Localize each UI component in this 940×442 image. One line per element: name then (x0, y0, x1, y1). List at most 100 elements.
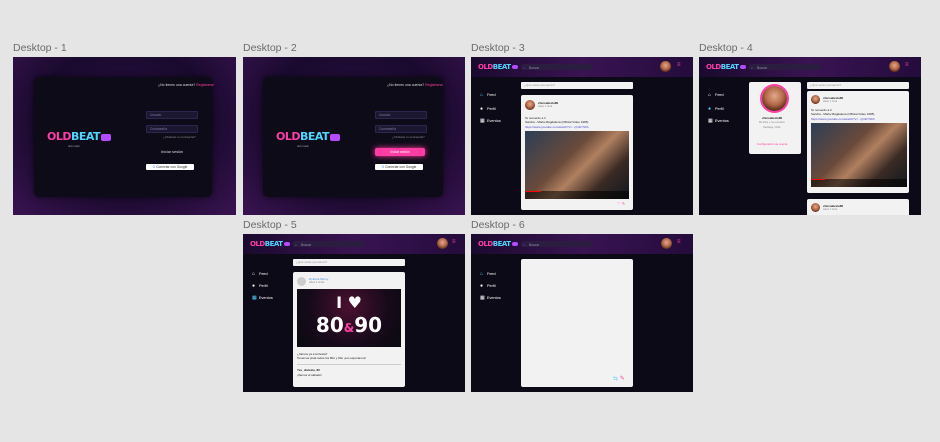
search-input[interactable]: ⌕ Buscar (293, 241, 365, 247)
avatar[interactable] (889, 61, 900, 72)
post-avatar[interactable] (811, 95, 820, 104)
frame-desktop-4: OLDBEAT ⌕ Buscar ≡ ⌂ Feed ● Perfil ▦ Eventos… (699, 57, 921, 215)
profile-card: chicoabrelu80 80 años y me encanta Santi… (749, 82, 801, 154)
nav-perfil[interactable]: ● Perfil (252, 283, 268, 289)
logo: OLDBEAT (47, 130, 112, 143)
account-settings-link[interactable]: Configuración de cuenta (757, 142, 787, 146)
comment-user[interactable]: Yes_dislexia_80 (297, 368, 320, 372)
logo: OLDBEAT (276, 130, 341, 143)
nav-perfil[interactable]: ● Perfil (480, 106, 496, 112)
logo: OLDBEAT (250, 240, 290, 248)
tagline: old music (68, 144, 80, 148)
nav-feed[interactable]: ⌂ Feed (480, 271, 496, 277)
login-button[interactable]: Iniciar sesión (161, 150, 183, 154)
event-avatar[interactable] (297, 277, 306, 286)
google-button[interactable]: G Conectar con Google (375, 164, 423, 170)
search-icon: ⌕ (751, 65, 753, 70)
post-link[interactable]: https://www.youtube.com/watch?v=...Qn3IY… (525, 125, 589, 129)
frame-label-desktop-4: Desktop - 4 (699, 42, 753, 54)
logo: OLDBEAT (478, 240, 518, 248)
menu-icon[interactable]: ≡ (452, 239, 456, 245)
cassette-icon (330, 133, 341, 141)
google-button[interactable]: G Conectar con Google (146, 164, 194, 170)
new-post-input[interactable]: ¿Qué estás pensando? (521, 82, 633, 89)
signup-prompt: ¿No tienes una cuenta? Registrarse (158, 83, 215, 87)
cassette-icon (101, 133, 112, 141)
video-player[interactable] (811, 123, 907, 187)
nav-feed[interactable]: ⌂ Feed (708, 92, 724, 98)
google-icon: G (152, 165, 156, 169)
password-field[interactable]: Contraseña (375, 125, 427, 133)
signup-link[interactable]: Registrarse (425, 83, 443, 87)
profile-location: Santiago, Chile (763, 126, 781, 129)
profile-avatar (762, 86, 787, 111)
heart-icon[interactable]: ♡ (617, 201, 621, 206)
calendar-icon: ▦ (252, 295, 257, 301)
signup-link[interactable]: Registrarse (196, 83, 214, 87)
calendar-icon: ▦ (708, 118, 713, 124)
nav-eventos[interactable]: ▦ Eventos (708, 118, 729, 124)
post-actions: ⇆ ✎ (613, 375, 625, 382)
video-controls[interactable] (525, 191, 629, 199)
post-actions: ♡ ✎ (617, 201, 625, 206)
search-input[interactable]: ⌕ Buscar (749, 64, 821, 70)
post-time: Hace 1 hora (823, 208, 838, 211)
home-icon: ⌂ (480, 271, 484, 277)
post-avatar[interactable] (811, 203, 820, 212)
calendar-icon: ▦ (480, 118, 485, 124)
frame-desktop-2: ¿No tienes una cuenta? Registrarse OLDBE… (243, 57, 465, 215)
menu-icon[interactable]: ≡ (905, 62, 909, 68)
top-bar: OLDBEAT ⌕ Buscar ≡ (471, 57, 693, 77)
username-field[interactable]: Usuario (375, 111, 427, 119)
forgot-password-link[interactable]: ¿Olvidaste tu contraseña? (163, 135, 196, 139)
home-icon: ⌂ (708, 92, 712, 98)
nav-eventos[interactable]: ▦ Eventos (480, 118, 501, 124)
calendar-icon: ▦ (480, 295, 485, 301)
menu-icon[interactable]: ≡ (677, 239, 681, 245)
user-icon: ● (480, 106, 484, 112)
event-card: Dj.Erick.Monty Hace 2 horas I ♥ 80&90 ¿V… (293, 272, 405, 387)
edit-icon[interactable]: ✎ (620, 376, 625, 382)
login-button-hover[interactable]: Iniciar sesión (375, 148, 425, 156)
password-field[interactable]: Contraseña (146, 125, 198, 133)
nav-eventos[interactable]: ▦ Eventos (252, 295, 273, 301)
event-time: Hace 2 horas (309, 281, 325, 284)
avatar[interactable] (437, 238, 448, 249)
new-post-input[interactable]: ¿Qué estás pensando? (293, 259, 405, 266)
home-icon: ⌂ (480, 92, 484, 98)
new-post-input[interactable]: ¿Qué estás pensando? (807, 82, 909, 89)
cassette-icon (283, 242, 290, 246)
divider (297, 364, 401, 365)
post-avatar[interactable] (525, 100, 535, 110)
menu-icon[interactable]: ≡ (677, 62, 681, 68)
tagline: old music (297, 144, 309, 148)
search-input[interactable]: ⌕ Buscar (521, 64, 593, 70)
forgot-password-link[interactable]: ¿Olvidaste tu contraseña? (392, 135, 425, 139)
comment-text: ¡Vamos el sábado! (297, 373, 322, 377)
poster-decades: 80&90 (315, 313, 383, 337)
avatar[interactable] (661, 238, 672, 249)
avatar[interactable] (660, 61, 671, 72)
repost-icon[interactable]: ⇆ (613, 376, 618, 382)
frame-desktop-5: OLDBEAT ⌕ Buscar ≡ ⌂ Feed ● Perfil ▦ Eventos… (243, 234, 465, 392)
post-text-2: Sandra - Maria Magdalena (Official Video… (525, 120, 589, 124)
search-input[interactable]: ⌕ Buscar (521, 241, 593, 247)
poster-headline: I ♥ (336, 293, 362, 312)
nav-perfil[interactable]: ● Perfil (480, 283, 496, 289)
video-controls[interactable] (811, 179, 907, 187)
logo: OLDBEAT (706, 63, 746, 71)
username-field[interactable]: Usuario (146, 111, 198, 119)
nav-feed[interactable]: ⌂ Feed (252, 271, 268, 277)
edit-icon[interactable]: ✎ (622, 201, 625, 206)
search-icon: ⌕ (523, 65, 525, 70)
user-icon: ● (480, 283, 484, 289)
nav-perfil[interactable]: ● Perfil (708, 106, 724, 112)
nav-eventos[interactable]: ▦ Eventos (480, 295, 501, 301)
post-card-2: chicoabrelu80 Hace 1 hora (807, 199, 909, 215)
signup-prompt: ¿No tienes una cuenta? Registrarse (387, 83, 444, 87)
video-player[interactable] (525, 131, 629, 199)
profile-name: chicoabrelu80 (762, 116, 783, 120)
post-link[interactable]: https://www.youtube.com/watch?v=...Qn3IY… (811, 117, 875, 121)
nav-feed[interactable]: ⌂ Feed (480, 92, 496, 98)
event-poster[interactable]: I ♥ 80&90 (297, 289, 401, 347)
